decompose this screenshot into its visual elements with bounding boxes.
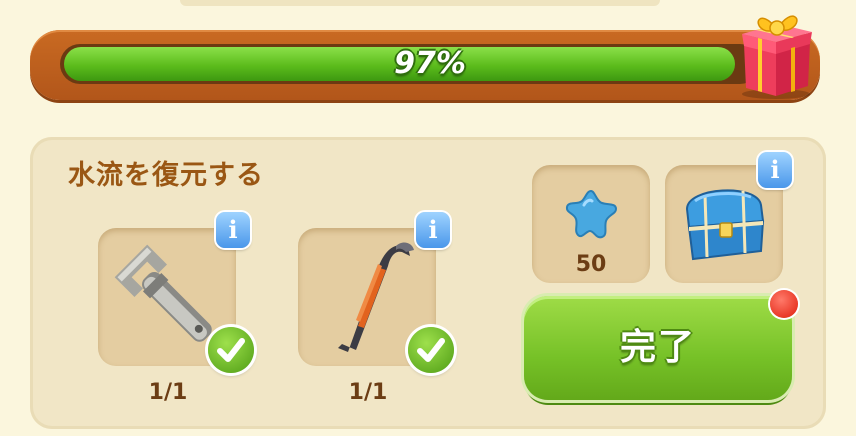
requirement-count: 1/1 <box>348 380 388 405</box>
quest-title: 水流を復元する <box>68 160 264 191</box>
requirement-count: 1/1 <box>148 380 188 405</box>
blue-star-icon <box>565 189 618 239</box>
complete-button[interactable]: 完了 <box>524 296 792 400</box>
top-strip <box>180 0 660 6</box>
complete-button-label: 完了 <box>619 327 696 368</box>
check-icon <box>408 327 454 373</box>
progress-percent: 97% <box>394 46 466 81</box>
reward-amount: 50 <box>575 252 607 277</box>
info-icon[interactable]: i <box>416 212 450 248</box>
info-icon[interactable]: i <box>758 152 792 188</box>
gift-box-icon[interactable] <box>734 2 818 100</box>
info-icon[interactable]: i <box>216 212 250 248</box>
notification-dot <box>770 290 798 318</box>
check-icon <box>208 327 254 373</box>
